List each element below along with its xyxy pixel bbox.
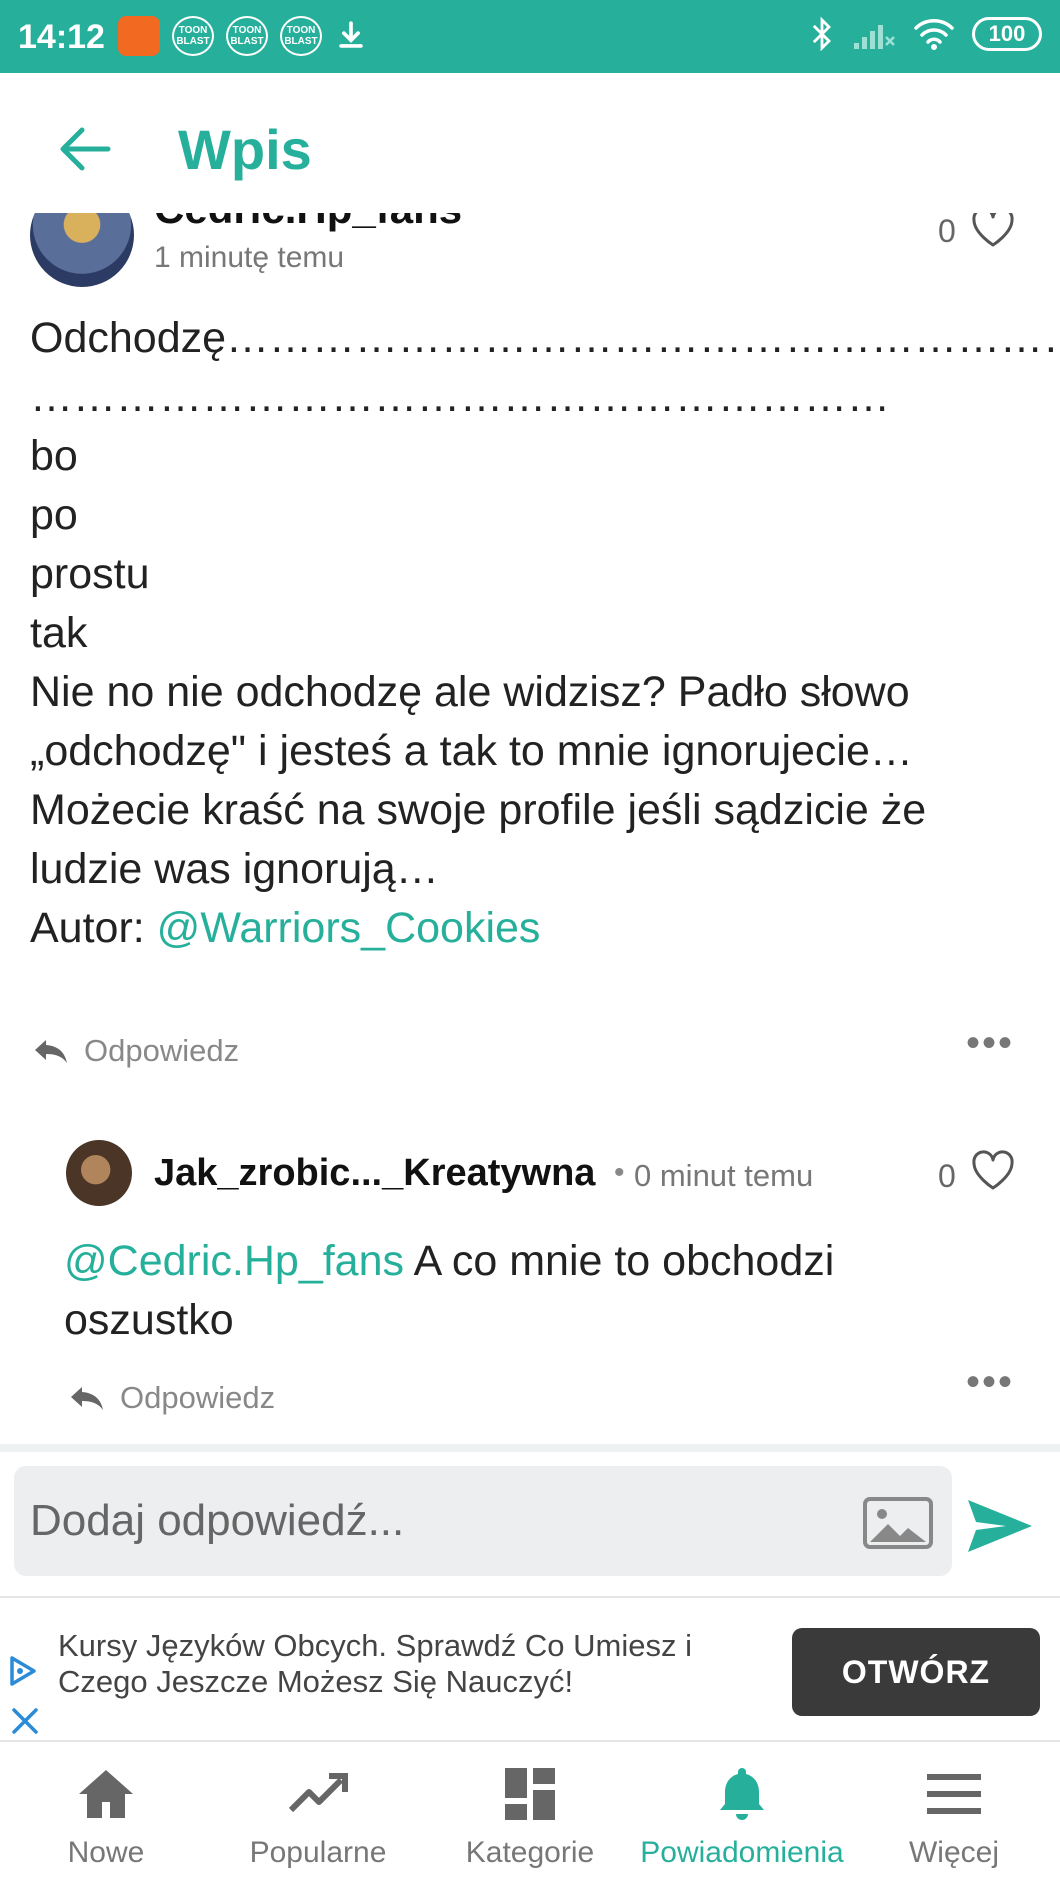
heart-icon[interactable] (970, 213, 1016, 249)
toon-blast-icon: TOON BLAST (280, 16, 322, 56)
home-icon (79, 1770, 133, 1818)
like-count: 0 (938, 1158, 956, 1194)
comment: Jak_zrobic..._Kreatywna • 0 minut temu 0… (0, 1120, 1060, 1420)
divider (0, 1444, 1060, 1452)
ad-open-button[interactable]: OTWÓRZ (792, 1628, 1040, 1716)
status-bar: 14:12 TOON BLAST TOON BLAST TOON BLAST 1… (0, 0, 1060, 73)
signal-icon (854, 25, 895, 49)
toon-blast-icon: TOON BLAST (172, 16, 214, 56)
nav-label: Nowe (67, 1836, 145, 1869)
comment-body: @Cedric.Hp_fans A co mnie to obchodzi os… (64, 1232, 994, 1350)
nav-item-kategorie[interactable]: Kategorie (424, 1744, 636, 1884)
reply-composer (0, 1452, 1060, 1592)
battery-icon: 100 (972, 17, 1042, 51)
notification-icons: TOON BLAST TOON BLAST TOON BLAST (118, 16, 368, 56)
nav-item-popularne[interactable]: Popularne (212, 1744, 424, 1884)
app-header: Wpis (0, 73, 1060, 213)
mention-link[interactable]: @Cedric.Hp_fans (64, 1237, 404, 1285)
back-arrow-icon[interactable] (56, 125, 112, 173)
separator-dot: • (614, 1156, 625, 1189)
nav-label: Powiadomienia (640, 1836, 844, 1869)
trending-icon (288, 1773, 348, 1813)
heart-icon[interactable] (970, 1150, 1016, 1192)
ad-close-icon[interactable] (8, 1704, 42, 1738)
author-mention-link[interactable]: @Warriors_Cookies (157, 904, 541, 952)
ad-banner[interactable]: Kursy Języków Obcych. Sprawdź Co Umiesz … (0, 1596, 1060, 1742)
status-time: 14:12 (18, 18, 105, 56)
wifi-icon (914, 19, 954, 50)
ad-choices-icon[interactable] (6, 1654, 40, 1688)
app-notification-icon (118, 16, 160, 56)
nav-item-powiadomienia[interactable]: Powiadomienia (636, 1744, 848, 1884)
post-body: Odchodzę……………………………………………………………………… …………… (30, 309, 1060, 958)
reply-input[interactable] (14, 1466, 952, 1576)
image-icon[interactable] (862, 1496, 934, 1550)
avatar[interactable] (30, 213, 134, 287)
post-author[interactable]: Cedric.Hp_fans (154, 213, 462, 233)
nav-label: Więcej (908, 1836, 999, 1869)
nav-item-wiecej[interactable]: Więcej (848, 1744, 1060, 1884)
send-icon[interactable] (966, 1498, 1034, 1554)
reply-icon (71, 1387, 103, 1410)
reply-button[interactable]: Odpowiedz (32, 1033, 239, 1069)
post-timestamp: 1 minutę temu (154, 241, 345, 274)
post: Cedric.Hp_fans 1 minutę temu 0 Odchodzę…… (0, 213, 1060, 1083)
reply-button[interactable]: Odpowiedz (68, 1380, 275, 1416)
nav-item-nowe[interactable]: Nowe (0, 1744, 212, 1884)
nav-label: Popularne (249, 1836, 387, 1869)
more-options-icon[interactable]: ••• (966, 1362, 1014, 1402)
reply-label: Odpowiedz (84, 1033, 240, 1068)
comment-timestamp: 0 minut temu (634, 1158, 814, 1193)
toon-blast-icon: TOON BLAST (226, 16, 268, 56)
bell-icon (720, 1768, 764, 1820)
system-icons: 100 (808, 16, 1042, 52)
ad-text[interactable]: Kursy Języków Obcych. Sprawdź Co Umiesz … (58, 1628, 778, 1700)
bottom-navigation: Nowe Popularne Kategorie Powiadomienia W… (0, 1744, 1060, 1884)
reply-label: Odpowiedz (120, 1380, 276, 1415)
bluetooth-icon (812, 16, 831, 52)
more-options-icon[interactable]: ••• (966, 1023, 1014, 1063)
avatar[interactable] (66, 1140, 132, 1206)
like-count: 0 (938, 213, 956, 249)
comment-author[interactable]: Jak_zrobic..._Kreatywna (154, 1152, 595, 1195)
download-icon (339, 21, 363, 48)
post-text: Odchodzę……………………………………………………………………… …………… (30, 314, 1060, 952)
grid-icon (505, 1768, 555, 1820)
menu-icon (927, 1774, 981, 1814)
nav-label: Kategorie (465, 1836, 595, 1869)
page-title: Wpis (178, 118, 312, 181)
reply-icon (35, 1040, 67, 1063)
